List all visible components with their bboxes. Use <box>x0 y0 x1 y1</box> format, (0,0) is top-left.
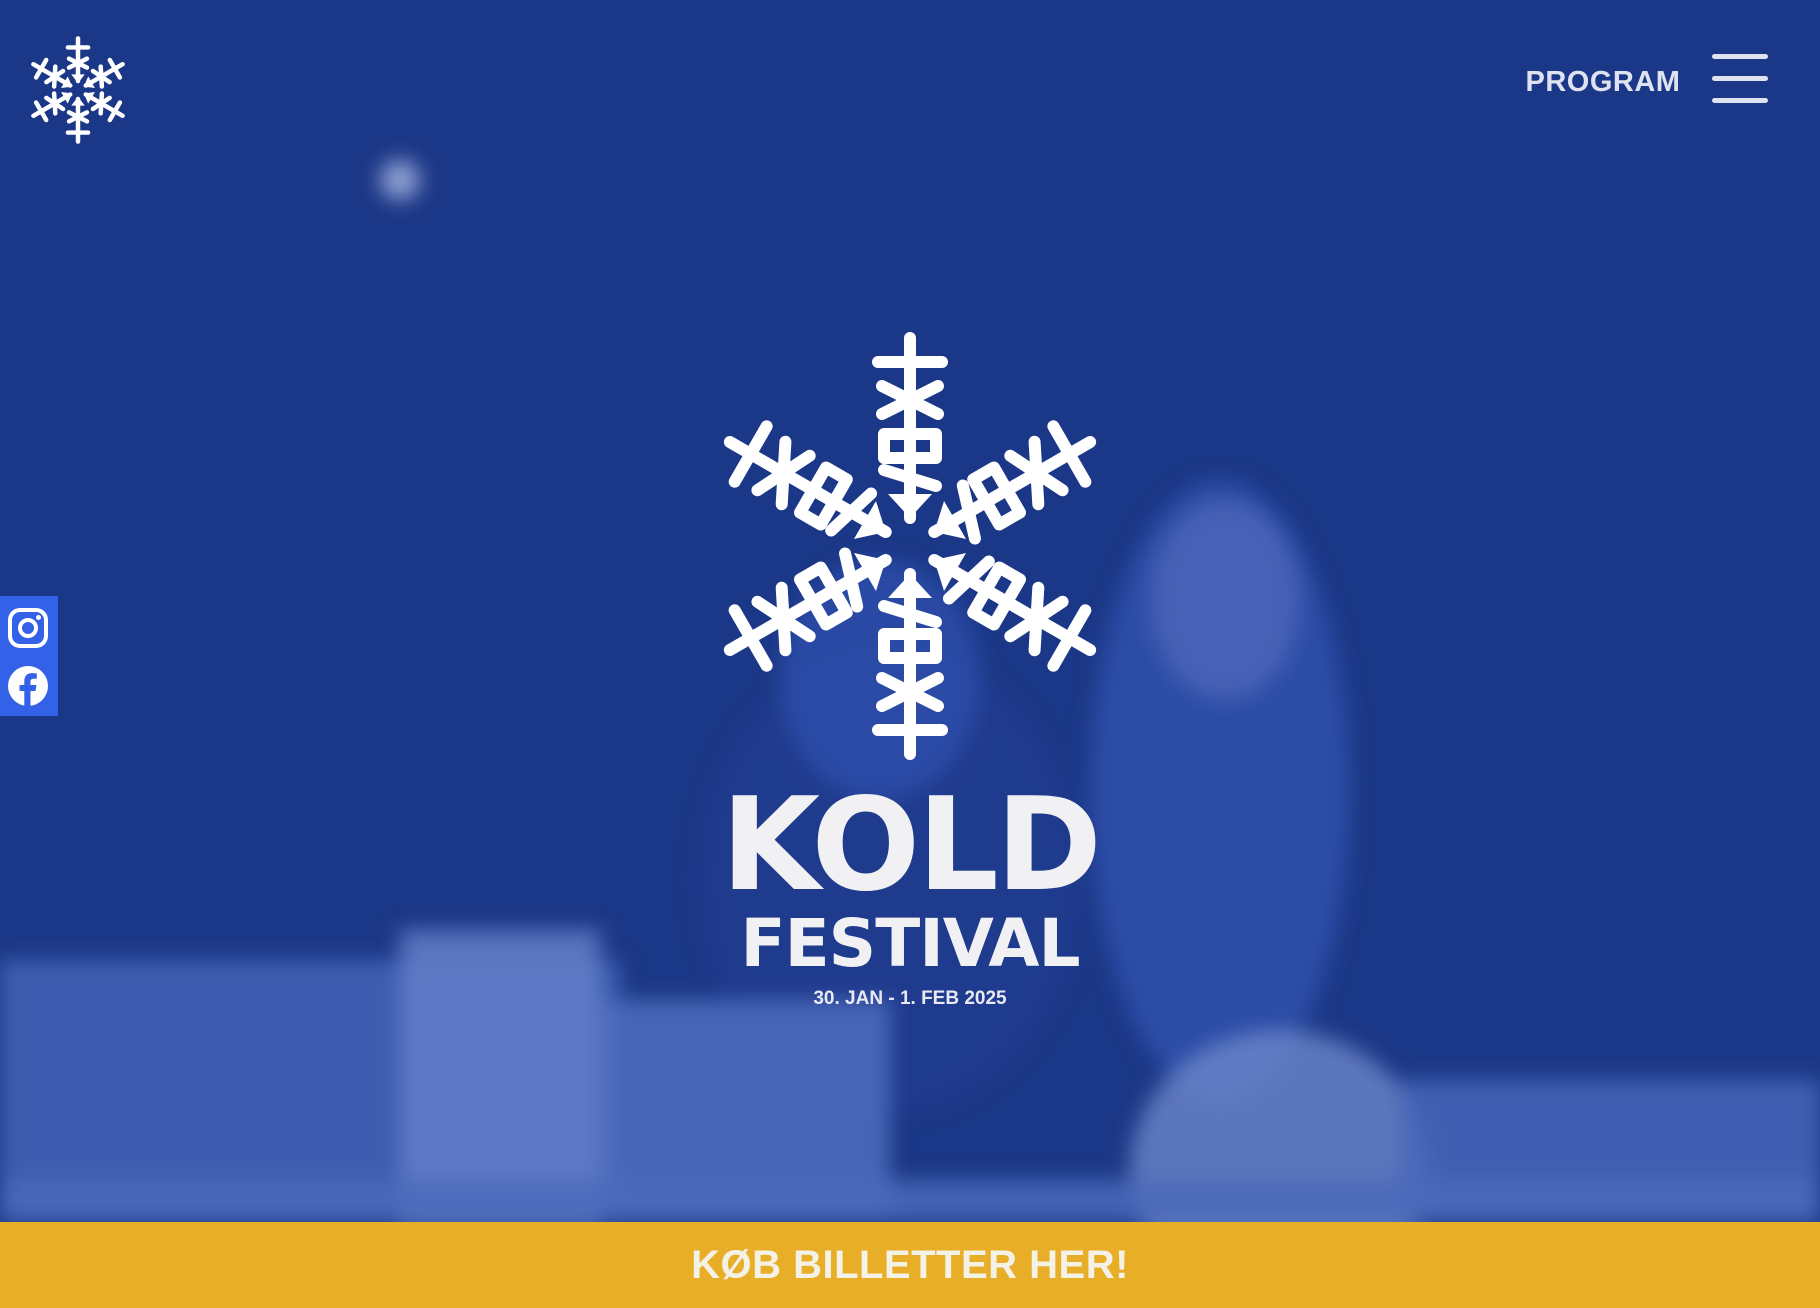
kold-snowflake-emblem <box>690 332 1130 766</box>
nav-program-link[interactable]: PROGRAM <box>1520 62 1686 102</box>
kold-snowflake-logo[interactable] <box>22 34 134 146</box>
hamburger-menu-icon[interactable] <box>1712 54 1768 104</box>
facebook-icon[interactable] <box>6 664 50 708</box>
buy-tickets-button[interactable]: KØB BILLETTER HER! <box>0 1222 1820 1308</box>
brand-subtitle: FESTIVAL <box>740 905 1080 982</box>
brand-title: KOLD <box>720 771 1102 920</box>
instagram-icon[interactable] <box>6 606 50 650</box>
buy-tickets-label: KØB BILLETTER HER! <box>691 1243 1129 1287</box>
festival-dates: 30. JAN - 1. FEB 2025 <box>813 988 1007 1009</box>
social-sidebar <box>0 596 58 716</box>
